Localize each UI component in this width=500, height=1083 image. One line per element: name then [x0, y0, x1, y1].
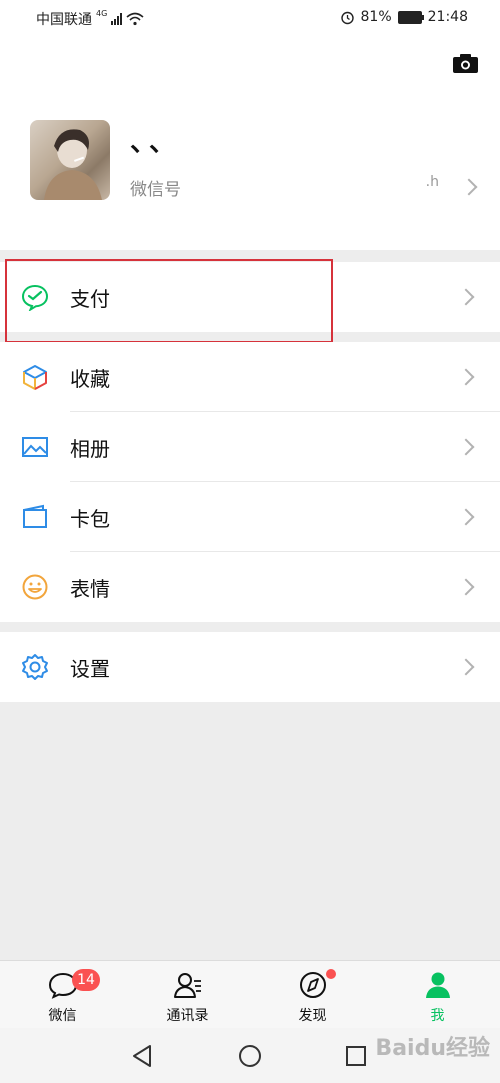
- alarm-icon: [340, 11, 354, 24]
- tab-bar: 14 微信 通讯录 发现 我: [0, 960, 500, 1029]
- menu-item-label: 卡包: [70, 507, 110, 531]
- tab-label: 通讯录: [166, 1008, 209, 1024]
- menu-item-label: 设置: [70, 657, 110, 681]
- avatar[interactable]: [30, 120, 110, 200]
- tab-discover[interactable]: 发现: [250, 961, 375, 1029]
- stickers-smiley-icon: [22, 574, 48, 600]
- battery-percent: 81%: [360, 9, 392, 25]
- status-right: 81% 21:48: [340, 9, 468, 25]
- wifi-icon: [126, 12, 144, 26]
- tab-label: 发现: [298, 1008, 327, 1024]
- wechat-id[interactable]: 微信号: [130, 175, 181, 200]
- highlight-box: [5, 259, 333, 343]
- chevron-right-icon: [457, 368, 475, 386]
- menu-item-settings[interactable]: 设置: [0, 632, 500, 702]
- menu-item-label: 收藏: [70, 367, 110, 391]
- menu-item-label: 相册: [70, 437, 110, 461]
- unread-badge: 14: [72, 969, 100, 991]
- watermark: Baidu经验: [375, 1036, 490, 1061]
- battery-icon: [397, 10, 424, 24]
- avatar-image: [44, 129, 102, 200]
- features-section: 收藏 相册 卡包 表情: [0, 342, 500, 622]
- network-type: 4G: [96, 8, 108, 18]
- compass-icon: [299, 972, 326, 998]
- signal-icon: [111, 13, 123, 25]
- carrier-label: 中国联通: [36, 12, 92, 28]
- nickname: 、、: [130, 128, 182, 158]
- menu-item-stickers[interactable]: 表情: [0, 552, 500, 622]
- contacts-person-icon: [173, 973, 201, 998]
- favorites-cube-icon: [23, 365, 47, 390]
- recents-square-icon[interactable]: [345, 1045, 367, 1067]
- menu-item-album[interactable]: 相册: [0, 412, 500, 482]
- chevron-right-icon: [457, 438, 475, 456]
- chevron-right-icon: [457, 508, 475, 526]
- chevron-right-icon: [457, 578, 475, 596]
- settings-gear-icon: [22, 654, 48, 680]
- camera-icon[interactable]: [452, 52, 479, 74]
- settings-section: 设置: [0, 632, 500, 702]
- status-bar: 中国联通 4G 81% 21:48: [0, 0, 500, 36]
- tab-chats[interactable]: 14 微信: [0, 961, 125, 1029]
- album-picture-icon: [22, 437, 48, 457]
- status-left: 中国联通 4G: [36, 9, 144, 29]
- chevron-right-icon: [457, 288, 475, 306]
- new-dot-badge: [326, 969, 336, 979]
- tab-contacts[interactable]: 通讯录: [125, 961, 250, 1029]
- tab-me[interactable]: 我: [375, 961, 500, 1029]
- menu-item-cards[interactable]: 卡包: [0, 482, 500, 552]
- tab-label: 我: [430, 1008, 445, 1024]
- wechat-id-value: .h: [425, 174, 439, 190]
- tab-label: 微信: [48, 1008, 77, 1024]
- cards-wallet-icon: [23, 504, 47, 528]
- wechat-id-label: 微信号: [130, 180, 181, 200]
- menu-item-label: 表情: [70, 577, 110, 601]
- clock: 21:48: [427, 9, 468, 25]
- menu-item-favorites[interactable]: 收藏: [0, 342, 500, 412]
- back-triangle-icon[interactable]: [130, 1044, 154, 1068]
- home-circle-icon[interactable]: [238, 1044, 262, 1068]
- wechat-id-value-redacted: .h: [195, 174, 445, 192]
- chevron-right-icon: [457, 658, 475, 676]
- me-person-icon: [425, 972, 450, 998]
